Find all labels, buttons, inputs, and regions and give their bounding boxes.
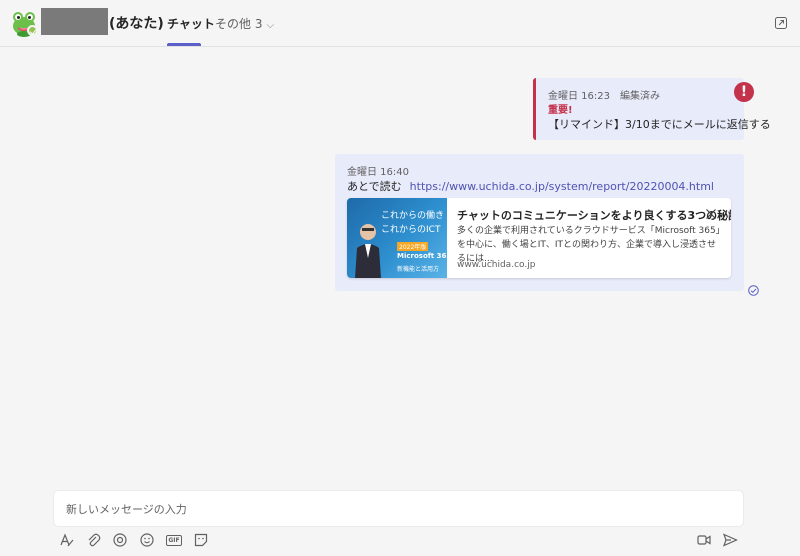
popout-icon[interactable] [775, 14, 787, 29]
thumb-badge: 2022年版 [397, 242, 429, 251]
tab-more-label: その他 3 [215, 17, 263, 31]
importance-label: 重要! [548, 105, 573, 116]
chat-message-link[interactable]: 金曜日 16:40 あとで読む https://www.uchida.co.jp/… [335, 154, 744, 291]
tab-active-indicator [167, 43, 201, 46]
thumb-product: Microsoft 365 [397, 252, 447, 260]
emoji-icon[interactable] [139, 532, 155, 548]
you-label: (あなた) [109, 16, 164, 32]
close-icon[interactable] [705, 205, 717, 219]
tab-more[interactable]: その他 3 ⌵ [215, 15, 274, 32]
message-link[interactable]: https://www.uchida.co.jp/system/report/2… [410, 180, 714, 193]
link-preview-domain: www.uchida.co.jp [457, 260, 536, 270]
gif-icon[interactable]: GIF [166, 532, 182, 548]
link-preview-thumbnail: これからの働き これからのICT 2022年版 Microsoft 365 新機… [347, 198, 447, 278]
thumb-sub: 新機能と活用方 [397, 266, 440, 273]
link-preview-title[interactable]: チャットのコミュニケーションをより良くする3つの秘訣 ... [457, 207, 731, 223]
message-input[interactable] [64, 491, 728, 528]
message-composer [54, 491, 743, 528]
format-icon[interactable] [59, 532, 75, 548]
attach-icon[interactable] [85, 532, 101, 548]
message-timestamp: 金曜日 16:23 編集済み [548, 91, 660, 102]
person-image [355, 224, 381, 278]
send-icon[interactable] [722, 532, 738, 548]
message-text: あとで読む [347, 180, 402, 193]
audio-message-icon[interactable] [696, 532, 712, 548]
tab-chat[interactable]: チャット [167, 15, 215, 32]
important-exclamation-icon: ! [734, 82, 754, 102]
redacted-user-name [41, 8, 108, 35]
message-body: あとで読む https://www.uchida.co.jp/system/rep… [347, 178, 714, 194]
link-preview-card[interactable]: これからの働き これからのICT 2022年版 Microsoft 365 新機… [347, 198, 731, 278]
message-timestamp: 金曜日 16:40 [347, 167, 409, 178]
presence-available-badge [27, 25, 38, 36]
thumb-line-1: これからの働き [381, 211, 445, 221]
chat-message-important[interactable]: 金曜日 16:23 編集済み 重要! 【リマインド】3/10までにメールに返信す… [533, 78, 771, 140]
chevron-down-icon: ⌵ [266, 20, 275, 31]
read-receipt-icon [748, 281, 759, 296]
thumb-line-2: これからのICT [381, 225, 441, 235]
sticker-icon[interactable] [193, 532, 209, 548]
chat-header: (あなた) チャット その他 3 ⌵ [0, 0, 800, 47]
message-body: 【リマインド】3/10までにメールに返信する [548, 118, 771, 131]
loop-icon[interactable] [112, 532, 128, 548]
